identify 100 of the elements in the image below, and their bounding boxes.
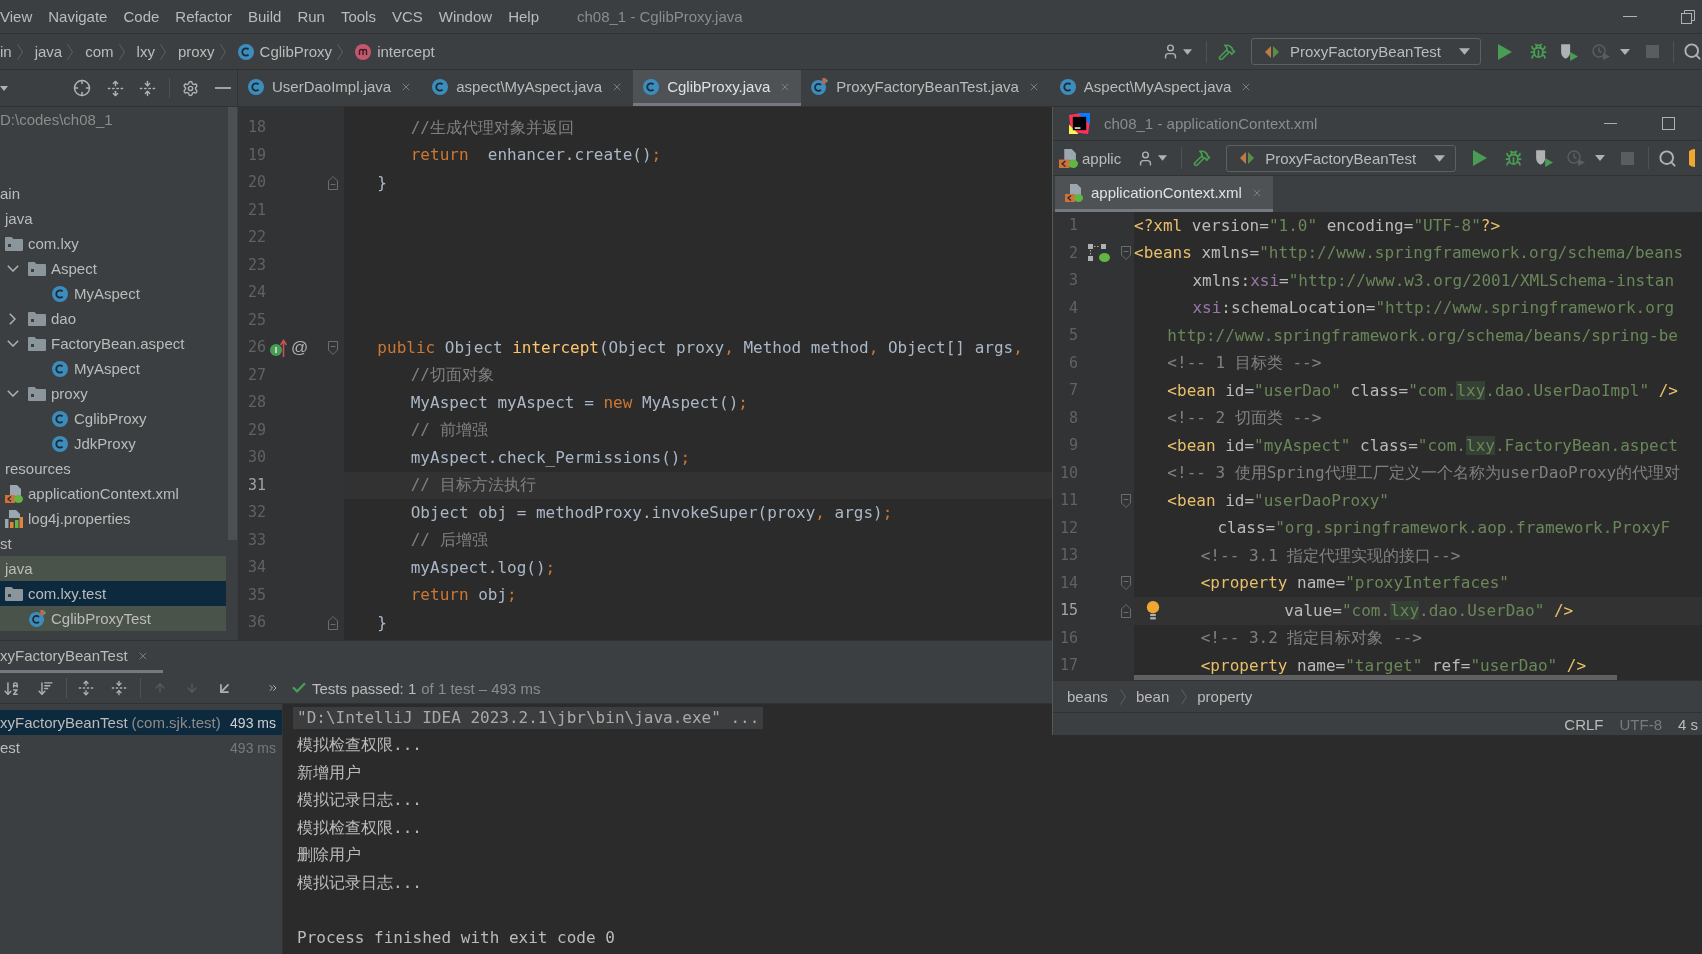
tree-item[interactable]: com.lxy [28, 236, 79, 251]
sort-by-duration-icon[interactable] [37, 679, 54, 697]
annotation-marker[interactable]: @ [291, 339, 309, 357]
tree-item[interactable]: com.lxy.test [28, 586, 107, 601]
fold-marker-icon[interactable] [1121, 493, 1131, 508]
collapse-all-icon[interactable] [139, 79, 156, 97]
tree-item[interactable]: FactoryBean.aspect [51, 336, 185, 351]
tree-item[interactable]: JdkProxy [74, 436, 136, 451]
run-icon[interactable] [1473, 150, 1488, 166]
editor-tab[interactable]: Aspect\MyAspect.java [1049, 70, 1263, 106]
editor-tab[interactable]: UserDaoImpl.java [238, 70, 423, 106]
horizontal-scrollbar[interactable] [1134, 675, 1617, 680]
tree-item[interactable]: applicationContext.xml [28, 486, 179, 501]
settings-icon[interactable] [182, 79, 199, 97]
tree-item[interactable]: dao [51, 311, 77, 326]
editor-tab[interactable]: ProxyFactoryBeanTest.java [801, 70, 1050, 106]
breadcrumb-item[interactable]: java [34, 44, 63, 59]
minimize-icon[interactable] [1604, 122, 1617, 125]
tree-item[interactable]: MyAspect [74, 286, 140, 301]
fold-marker-icon[interactable] [1121, 576, 1131, 591]
maximize-icon[interactable] [1662, 117, 1675, 130]
minimize-icon[interactable] [1623, 15, 1637, 18]
tree-item[interactable]: java [5, 561, 33, 576]
tree-item[interactable]: MyAspect [74, 361, 140, 376]
fold-marker-icon[interactable] [328, 615, 338, 630]
editor-tab[interactable]: applicationContext.xml [1055, 176, 1273, 212]
fold-marker-icon[interactable] [1121, 246, 1131, 261]
run-tab[interactable]: xyFactoryBeanTest [0, 641, 163, 673]
chevron-down-icon[interactable] [7, 340, 19, 347]
tree-item[interactable]: CglibProxyTest [51, 611, 152, 626]
breadcrumb-item[interactable]: bean [1135, 689, 1170, 704]
breadcrumb-item[interactable]: property [1197, 689, 1253, 704]
breadcrumb-item[interactable]: CglibProxy [237, 43, 333, 60]
run-icon[interactable] [1498, 43, 1512, 60]
tree-item[interactable]: CglibProxy [74, 411, 147, 426]
menu-item[interactable]: Run [289, 0, 333, 33]
search-icon[interactable] [1658, 148, 1678, 168]
tree-item[interactable]: Aspect [51, 261, 97, 276]
breadcrumb-item[interactable]: lxy [136, 44, 155, 59]
expand-all-icon[interactable] [107, 79, 124, 97]
tree-item[interactable]: ain [0, 186, 21, 201]
caret-icon[interactable] [1459, 48, 1470, 55]
caret-icon[interactable] [1620, 48, 1630, 55]
search-icon[interactable] [1683, 42, 1702, 61]
breadcrumb-item[interactable]: in [0, 44, 12, 59]
menu-item[interactable]: Refactor [167, 0, 240, 33]
test-name[interactable]: est [0, 740, 20, 755]
lightbulb-icon[interactable] [1146, 601, 1160, 620]
status-item[interactable]: CRLF [1564, 716, 1604, 732]
implements-marker-icon[interactable] [270, 338, 288, 357]
coverage-icon[interactable] [1560, 42, 1578, 61]
tree-item[interactable]: st [0, 536, 12, 551]
menu-item[interactable]: Help [500, 0, 547, 33]
run-config-dropdown[interactable]: ProxyFactoryBeanTest [1226, 144, 1457, 172]
run-config-dropdown[interactable]: ProxyFactoryBeanTest [1251, 38, 1481, 65]
coverage-icon[interactable] [1535, 149, 1554, 167]
scrollbar-thumb[interactable] [227, 107, 237, 540]
menu-item[interactable]: Window [430, 0, 501, 33]
chevron-down-icon[interactable] [7, 265, 19, 272]
menu-item[interactable]: VCS [383, 0, 431, 33]
menu-item[interactable]: Tools [332, 0, 384, 33]
debug-icon[interactable] [1505, 149, 1523, 167]
restore-icon[interactable] [1681, 9, 1695, 24]
menu-item[interactable]: Code [115, 0, 168, 33]
tree-item[interactable]: log4j.properties [28, 511, 131, 526]
menu-item[interactable]: Build [240, 0, 290, 33]
file-label[interactable]: applic [1082, 150, 1122, 166]
breadcrumb-item[interactable]: proxy [177, 44, 215, 59]
debug-icon[interactable] [1530, 43, 1547, 60]
menu-item[interactable]: View [0, 0, 41, 33]
build-icon[interactable] [1193, 149, 1212, 167]
tree-item[interactable]: java [5, 211, 33, 226]
breadcrumb-item[interactable]: com [85, 44, 114, 59]
fold-marker-icon[interactable] [328, 340, 338, 355]
more-icon[interactable] [267, 682, 279, 694]
sort-alphabetically-icon[interactable] [3, 679, 20, 697]
locate-icon[interactable] [73, 79, 91, 97]
breadcrumb-item[interactable]: intercept [355, 43, 435, 60]
test-name[interactable]: xyFactoryBeanTest [0, 715, 128, 730]
collapse-all-icon[interactable] [111, 680, 127, 696]
caret-icon[interactable] [1158, 155, 1168, 161]
user-icon[interactable] [1162, 43, 1179, 60]
fold-marker-icon[interactable] [328, 175, 338, 190]
caret-icon[interactable] [1434, 154, 1446, 162]
build-icon[interactable] [1218, 42, 1236, 61]
tree-item[interactable]: proxy [51, 386, 88, 401]
chevron-down-icon[interactable] [7, 390, 19, 397]
menu-item[interactable]: Navigate [40, 0, 116, 33]
editor-tab[interactable]: CglibProxy.java [633, 70, 802, 106]
chevron-right-icon[interactable] [9, 312, 16, 325]
tree-item[interactable]: resources [5, 461, 71, 476]
status-item[interactable]: 4 s [1678, 716, 1698, 732]
fold-marker-icon[interactable] [1121, 603, 1131, 618]
caret-icon[interactable] [1595, 155, 1606, 161]
beans-gutter-icon[interactable] [1088, 244, 1110, 263]
caret-icon[interactable] [0, 85, 8, 91]
breadcrumb-item[interactable]: beans [1067, 689, 1108, 704]
editor-tab[interactable]: aspect\MyAspect.java [422, 70, 634, 106]
caret-icon[interactable] [1183, 48, 1192, 55]
expand-all-icon[interactable] [78, 680, 94, 696]
